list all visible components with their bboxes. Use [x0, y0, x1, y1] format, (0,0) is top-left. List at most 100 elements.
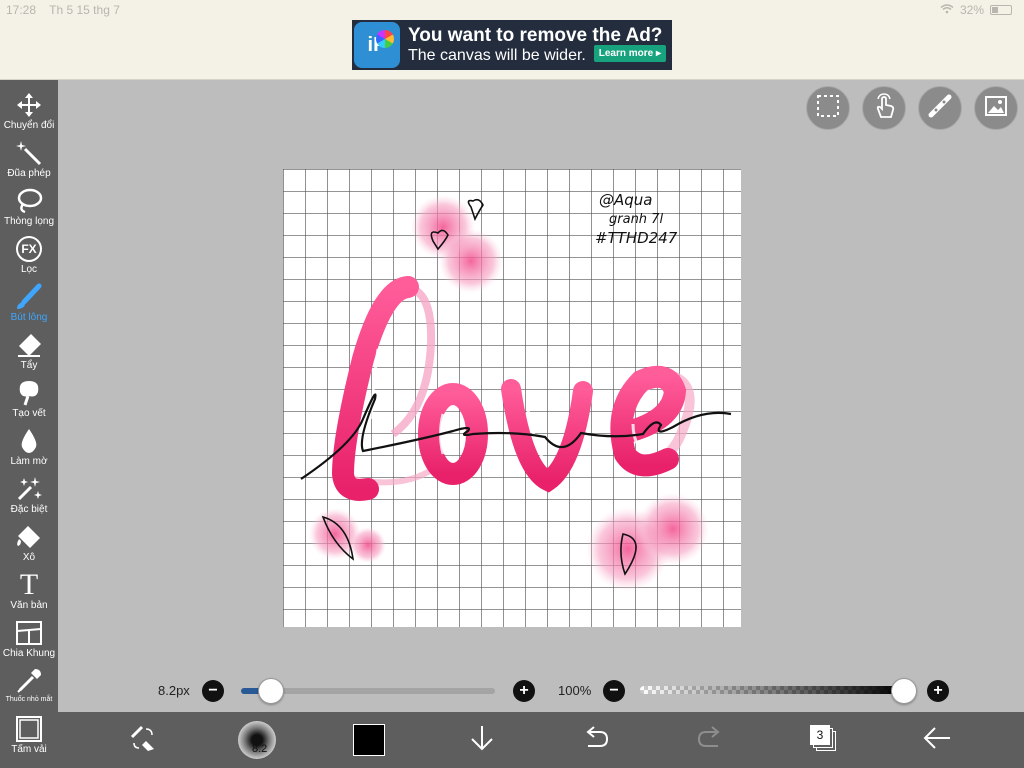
- tool-eyedropper[interactable]: Thuốc nhỏ mắt: [0, 666, 58, 714]
- battery-percent: 32%: [959, 3, 984, 17]
- move-icon: [0, 90, 58, 120]
- tool-magic-wand[interactable]: Đũa phép: [0, 138, 58, 186]
- ruler-icon: [927, 93, 953, 124]
- status-right: 32%: [940, 3, 1012, 17]
- tool-label: Thòng lọng: [3, 216, 55, 227]
- brush-size-decrease-button[interactable]: −: [202, 680, 224, 702]
- color-button[interactable]: [350, 712, 388, 768]
- back-button[interactable]: [920, 712, 954, 768]
- pink-blob: [350, 527, 386, 563]
- drawing-canvas[interactable]: @Aqua granh 7l #TTHD247: [283, 169, 741, 627]
- tool-swap-button[interactable]: [120, 712, 166, 768]
- ad-banner[interactable]: iP You want to remove the Ad? The canvas…: [352, 20, 672, 70]
- brush-size-knob[interactable]: [258, 678, 284, 704]
- text-glyph: T: [19, 568, 39, 601]
- tool-label: Xô: [22, 552, 36, 563]
- canvas-icon: [0, 714, 58, 744]
- brush-icon: [0, 282, 58, 312]
- tool-canvas[interactable]: Tấm vải: [0, 714, 58, 762]
- learn-more-button[interactable]: Learn more ▸: [593, 45, 666, 62]
- opacity-decrease-button[interactable]: −: [603, 680, 625, 702]
- layers-button[interactable]: 3: [806, 712, 840, 768]
- tool-text[interactable]: T Văn bản: [0, 568, 58, 618]
- app-root: 17:28 Th 5 15 thg 7 32% iP You want to r…: [0, 0, 1024, 768]
- selection-button[interactable]: [806, 86, 850, 130]
- special-sparkle-icon: [0, 474, 58, 504]
- brush-eraser-swap-icon: [128, 723, 158, 758]
- smudge-icon: [0, 378, 58, 408]
- reference-image-button[interactable]: [974, 86, 1018, 130]
- tool-filter[interactable]: FX Lọc: [0, 234, 58, 282]
- layers-count: 3: [810, 725, 830, 745]
- undo-icon: [582, 725, 610, 755]
- signature-line-2: granh 7l: [609, 212, 663, 227]
- tool-label: Chuyển đổi: [3, 120, 55, 131]
- redo-icon: [696, 725, 724, 755]
- ibispaint-logo-icon: iP: [354, 22, 400, 68]
- tool-move[interactable]: Chuyển đổi: [0, 90, 58, 138]
- ad-title: You want to remove the Ad?: [408, 24, 663, 46]
- eyedropper-icon: [0, 666, 58, 696]
- status-time: 17:28: [6, 3, 37, 17]
- ruler-button[interactable]: [918, 86, 962, 130]
- tool-label: Thuốc nhỏ mắt: [5, 696, 53, 703]
- signature-line-1: @Aqua: [599, 191, 652, 209]
- battery-icon: [990, 5, 1012, 15]
- bottom-bar: [58, 712, 1024, 768]
- opacity-slider[interactable]: [640, 686, 904, 694]
- tool-blur[interactable]: Làm mờ: [0, 426, 58, 474]
- eraser-icon: [0, 330, 58, 360]
- current-color-swatch: [353, 724, 385, 756]
- tool-smudge[interactable]: Tạo vết: [0, 378, 58, 426]
- status-time-date: 17:28 Th 5 15 thg 7: [6, 3, 120, 17]
- tool-bucket[interactable]: Xô: [0, 522, 58, 570]
- tool-label: Văn bản: [10, 600, 48, 611]
- selection-icon: [815, 93, 841, 124]
- status-date: Th 5 15 thg 7: [49, 3, 120, 17]
- signature-line-3: #TTHD247: [595, 229, 678, 247]
- touch-gesture-icon: [871, 92, 897, 124]
- frame-divider-icon: [0, 618, 58, 648]
- tool-label: Tẩy: [20, 360, 38, 371]
- layers-icon: 3: [808, 725, 838, 755]
- lasso-icon: [0, 186, 58, 216]
- opacity-value: 100%: [558, 683, 592, 698]
- tool-label: Bút lông: [10, 312, 48, 323]
- top-band: 17:28 Th 5 15 thg 7 32% iP You want to r…: [0, 0, 1024, 80]
- tool-eraser[interactable]: Tẩy: [0, 330, 58, 378]
- tool-special[interactable]: Đặc biệt: [0, 474, 58, 522]
- tool-label: Lọc: [20, 264, 38, 275]
- tool-label: Đặc biệt: [10, 504, 48, 515]
- canvas-artwork: @Aqua granh 7l #TTHD247: [283, 169, 741, 627]
- opacity-increase-button[interactable]: +: [927, 680, 949, 702]
- wifi-icon: [940, 3, 954, 17]
- blur-drop-icon: [0, 426, 58, 456]
- tool-brush[interactable]: Bút lông: [0, 282, 58, 330]
- redo-button[interactable]: [694, 712, 726, 768]
- tool-frame-divider[interactable]: Chia Khung: [0, 618, 58, 666]
- magic-wand-icon: [0, 138, 58, 168]
- download-layer-button[interactable]: [466, 712, 498, 768]
- brush-preview-icon: 8.2: [238, 721, 276, 759]
- brush-preview-label: 8.2: [252, 743, 268, 755]
- undo-button[interactable]: [580, 712, 612, 768]
- pink-blob: [637, 493, 709, 565]
- tool-lasso[interactable]: Thòng lọng: [0, 186, 58, 234]
- opacity-knob[interactable]: [891, 678, 917, 704]
- tool-label: Đũa phép: [7, 168, 51, 179]
- tool-label: Tạo vết: [12, 408, 46, 419]
- tool-label: Tấm vải: [11, 744, 47, 755]
- pink-blob: [439, 229, 503, 293]
- arrow-left-icon: [922, 726, 952, 755]
- reference-image-icon: [983, 93, 1009, 124]
- touch-gesture-button[interactable]: [862, 86, 906, 130]
- tool-label: Làm mờ: [10, 456, 48, 467]
- tool-label: Chia Khung: [2, 648, 56, 659]
- brush-size-value: 8.2px: [158, 683, 190, 698]
- filter-fx-icon: FX: [0, 234, 58, 264]
- bucket-fill-icon: [0, 522, 58, 552]
- fx-text: FX: [16, 236, 42, 262]
- brush-preview-button[interactable]: 8.2: [234, 712, 280, 768]
- text-icon: T: [0, 568, 58, 601]
- brush-size-increase-button[interactable]: +: [513, 680, 535, 702]
